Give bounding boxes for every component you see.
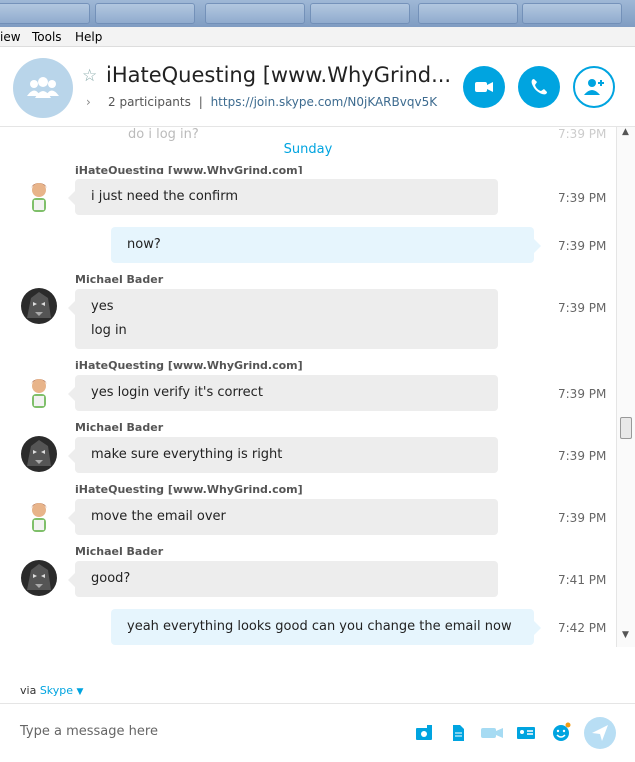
video-message-icon[interactable] xyxy=(480,724,504,742)
message-text: i just need the confirm xyxy=(91,189,238,204)
message-bubble[interactable]: i just need the confirm xyxy=(68,179,498,215)
message-text: move the email over xyxy=(91,509,226,524)
message-sender: Michael Bader xyxy=(75,545,164,558)
message-time: 7:41 PM xyxy=(558,573,607,587)
emoticon-icon[interactable] xyxy=(551,722,571,742)
contact-card-icon[interactable] xyxy=(516,724,536,742)
conversation-header: ☆ iHateQuesting [www.WhyGrind.... › 2 pa… xyxy=(0,47,635,127)
via-selector[interactable]: via Skype ▼ xyxy=(20,684,83,697)
previous-message-time: 7:39 PM xyxy=(558,127,607,141)
media-icon[interactable] xyxy=(415,724,433,742)
message-text: yes login verify it's correct xyxy=(91,385,263,400)
avatar[interactable] xyxy=(21,178,57,214)
taskbar-button[interactable] xyxy=(522,3,622,24)
message-sender: Michael Bader xyxy=(75,421,164,434)
message-input[interactable]: Type a message here xyxy=(20,724,158,739)
menu-view[interactable]: iew xyxy=(0,30,21,44)
message-sender: iHateQuesting [www.WhyGrind.com] xyxy=(75,359,303,372)
file-icon[interactable] xyxy=(449,724,467,742)
message-composer: Type a message here xyxy=(0,703,635,762)
via-service[interactable]: Skype xyxy=(40,684,73,697)
message-text: yes xyxy=(91,299,114,314)
message-time: 7:39 PM xyxy=(558,191,607,205)
scrollbar-thumb[interactable] xyxy=(620,417,632,439)
chat-scrollbar[interactable]: ▲ ▼ xyxy=(616,127,635,647)
message-bubble[interactable]: yes log in xyxy=(68,289,498,349)
message-bubble[interactable]: move the email over xyxy=(68,499,498,535)
conversation-subtitle: 2 participants | https://join.skype.com/… xyxy=(108,95,437,109)
message-list[interactable]: do i log in? 7:39 PM Sunday iHateQuestin… xyxy=(0,127,616,647)
message-sender: iHateQuesting [www.WhyGrind.com] xyxy=(75,483,303,496)
participants-count[interactable]: 2 participants xyxy=(108,95,191,109)
via-label: via xyxy=(20,684,37,697)
avatar[interactable] xyxy=(21,288,57,324)
separator: | xyxy=(198,95,203,109)
video-call-button[interactable] xyxy=(463,66,505,108)
group-avatar[interactable] xyxy=(13,58,73,118)
menu-help[interactable]: Help xyxy=(75,30,102,44)
video-call-icon xyxy=(475,82,493,92)
avatar[interactable] xyxy=(21,374,57,410)
message-time: 7:39 PM xyxy=(558,239,607,253)
audio-call-icon xyxy=(531,79,547,95)
day-divider: Sunday xyxy=(283,142,333,157)
scroll-up-arrow-icon[interactable]: ▲ xyxy=(622,127,629,137)
audio-call-button[interactable] xyxy=(518,66,560,108)
conversation-title[interactable]: iHateQuesting [www.WhyGrind.... xyxy=(106,63,451,87)
avatar[interactable] xyxy=(21,436,57,472)
message-sender: iHateQuesting [www.WhyGrind.com] xyxy=(75,164,303,174)
message-text: log in xyxy=(91,323,127,338)
message-time: 7:39 PM xyxy=(558,301,607,315)
avatar[interactable] xyxy=(21,498,57,534)
add-participant-button[interactable] xyxy=(573,66,615,108)
message-text: now? xyxy=(127,237,161,252)
windows-taskbar xyxy=(0,0,635,27)
message-text: make sure everything is right xyxy=(91,447,283,462)
message-bubble[interactable]: yes login verify it's correct xyxy=(68,375,498,411)
message-bubble[interactable]: yeah everything looks good can you chang… xyxy=(111,609,541,645)
previous-message-text: do i log in? xyxy=(128,127,199,142)
message-text: good? xyxy=(91,571,131,586)
caret-down-icon[interactable]: ▼ xyxy=(77,687,84,697)
taskbar-button[interactable] xyxy=(310,3,410,24)
group-avatar-icon xyxy=(27,77,59,98)
message-text: yeah everything looks good can you chang… xyxy=(127,619,512,634)
message-time: 7:39 PM xyxy=(558,387,607,401)
scroll-down-arrow-icon[interactable]: ▼ xyxy=(622,630,629,640)
message-bubble[interactable]: now? xyxy=(111,227,541,263)
chevron-right-icon[interactable]: › xyxy=(86,95,91,109)
send-button[interactable] xyxy=(584,717,616,749)
menu-bar: iew Tools Help xyxy=(0,27,635,47)
taskbar-button[interactable] xyxy=(95,3,195,24)
message-bubble[interactable]: make sure everything is right xyxy=(68,437,498,473)
message-bubble[interactable]: good? xyxy=(68,561,498,597)
add-participant-icon xyxy=(584,79,604,95)
menu-tools[interactable]: Tools xyxy=(32,30,62,44)
message-time: 7:39 PM xyxy=(558,511,607,525)
taskbar-button[interactable] xyxy=(418,3,518,24)
message-sender: Michael Bader xyxy=(75,273,164,286)
favorite-star-icon[interactable]: ☆ xyxy=(82,66,97,86)
taskbar-button[interactable] xyxy=(205,3,305,24)
send-icon xyxy=(592,725,608,741)
avatar[interactable] xyxy=(21,560,57,596)
message-time: 7:42 PM xyxy=(558,621,607,635)
taskbar-button[interactable] xyxy=(0,3,90,24)
message-time: 7:39 PM xyxy=(558,449,607,463)
join-link[interactable]: https://join.skype.com/N0jKARBvqv5K xyxy=(211,95,438,109)
